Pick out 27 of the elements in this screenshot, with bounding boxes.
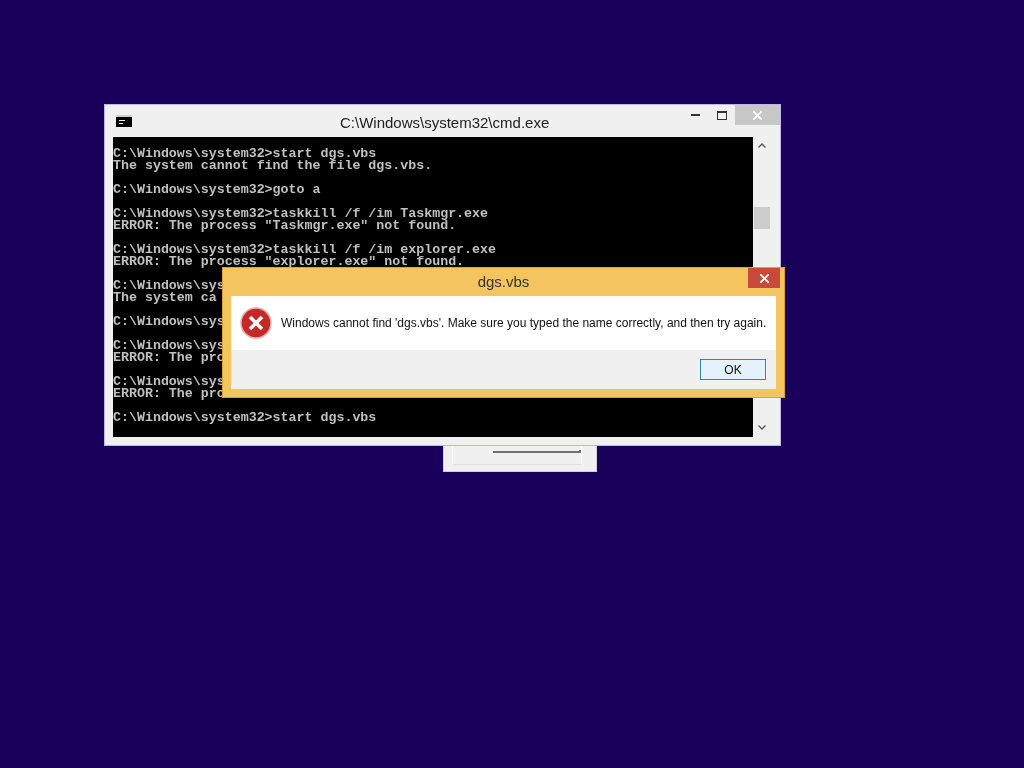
console-line: The system cannot find the file dgs.vbs.	[113, 160, 433, 172]
console-line: C:\Windows\sys	[113, 376, 225, 388]
minimize-icon	[690, 114, 700, 116]
console-line: C:\Windows\system32>start dgs.vbs	[113, 412, 377, 424]
scroll-down-icon	[758, 425, 766, 430]
close-button[interactable]	[748, 268, 780, 288]
scroll-thumb[interactable]	[754, 207, 770, 229]
console-line: C:\Windows\sys	[113, 316, 225, 328]
dialog-title: dgs.vbs	[477, 271, 530, 292]
window-title: C:\Windows\system32\cmd.exe	[340, 113, 550, 133]
console-icon	[116, 115, 132, 127]
maximize-icon	[716, 110, 727, 120]
error-icon	[240, 307, 272, 339]
close-icon	[759, 273, 769, 283]
console-line: C:\Windows\sys	[113, 340, 225, 352]
console-line: C:\Windows\system32>taskkill /f /im Taskmgr.exe	[113, 208, 489, 220]
console-line: C:\Windows\system32>taskkill /f /im explorer.exe	[113, 244, 496, 256]
close-icon	[753, 110, 762, 120]
console-line: C:\Windows\sys	[113, 280, 225, 292]
console-line: The system ca	[113, 292, 217, 304]
console-line: ERROR: The process "explorer.exe" not found.	[113, 256, 465, 268]
console-line: C:\Windows\system32>start dgs.vbs	[113, 148, 377, 160]
error-message: Windows cannot find 'dgs.vbs'. Make sure you typed the name correctly, and then try again.	[281, 315, 767, 332]
scroll-up-icon	[758, 143, 766, 148]
console-line: C:\Windows\system32>goto a	[113, 184, 321, 196]
console-line: ERROR: The process "Taskmgr.exe" not found.	[113, 220, 457, 232]
ok-button[interactable]: OK	[700, 359, 766, 380]
